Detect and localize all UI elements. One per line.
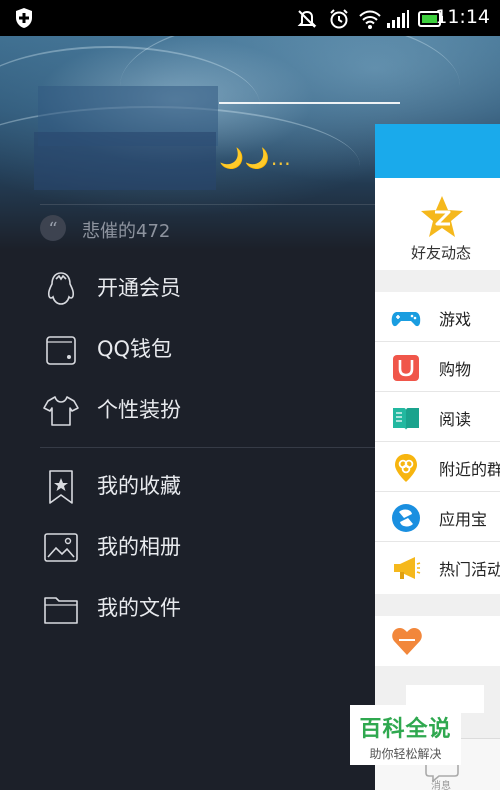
menu-divider bbox=[40, 447, 375, 448]
main-header-bar bbox=[375, 124, 500, 178]
menu-item-label: 开通会员 bbox=[97, 276, 181, 300]
list-item-reading[interactable]: 阅读 bbox=[375, 392, 500, 442]
list-item-label: 购物 bbox=[439, 360, 472, 379]
list-item-nearby-group[interactable]: 附近的群 bbox=[375, 442, 500, 492]
tshirt-icon bbox=[43, 396, 79, 426]
friend-feed-card[interactable]: 好友动态 bbox=[375, 178, 500, 270]
list-item-label: 附近的群 bbox=[439, 460, 500, 479]
menu-item-label: 个性装扮 bbox=[97, 398, 181, 422]
list-item-label: 应用宝 bbox=[439, 510, 488, 529]
list-item-hot-events[interactable]: 热门活动 bbox=[375, 542, 500, 592]
menu-item-album[interactable]: 我的相册 bbox=[0, 517, 375, 577]
list-item-label: 阅读 bbox=[439, 410, 472, 429]
menu-item-label: 我的文件 bbox=[97, 596, 181, 620]
status-bar: 11:14 bbox=[0, 0, 500, 36]
list-item-appstore[interactable]: 应用宝 bbox=[375, 492, 500, 542]
watermark-subtitle: 助你轻松解决 bbox=[369, 747, 442, 761]
menu-item-files[interactable]: 我的文件 bbox=[0, 578, 375, 638]
gamepad-icon bbox=[391, 312, 421, 327]
menu-item-label: 我的收藏 bbox=[97, 474, 181, 498]
menu-item-wallet[interactable]: QQ钱包 bbox=[0, 319, 375, 379]
signal-icon bbox=[387, 10, 409, 28]
alarm-icon bbox=[330, 9, 348, 29]
signature-row[interactable]: “ 悲催的472 bbox=[40, 204, 375, 250]
heart-feature-card[interactable] bbox=[375, 616, 500, 666]
status-time: 11:14 bbox=[435, 6, 490, 28]
menu-item-label: 我的相册 bbox=[97, 535, 181, 559]
watermark-title: 百科全说 bbox=[359, 717, 452, 742]
quote-icon: “ bbox=[40, 215, 66, 241]
heart-icon bbox=[392, 628, 422, 655]
bookmark-star-icon bbox=[49, 470, 73, 504]
menu-item-vip[interactable]: 开通会员 bbox=[0, 258, 375, 318]
main-screen-peek[interactable]: 好友动态 游戏 购物 阅读 附近的群 应用宝 热门活动 消息 bbox=[375, 124, 500, 790]
wifi-icon bbox=[359, 10, 381, 29]
signature-text: 悲催的472 bbox=[82, 221, 171, 242]
shield-plus-icon bbox=[16, 8, 32, 28]
qzone-star-icon bbox=[421, 196, 463, 237]
magnet-shop-icon bbox=[393, 355, 419, 381]
list-item-label: 热门活动 bbox=[439, 560, 500, 579]
penguin-icon bbox=[47, 272, 75, 305]
feature-list: 游戏 购物 阅读 附近的群 应用宝 热门活动 bbox=[375, 292, 500, 594]
list-item-label: 游戏 bbox=[439, 310, 472, 329]
bottom-tab-label: 消息 bbox=[431, 781, 451, 790]
watermark-logo: 百科全说 助你轻松解决 bbox=[350, 705, 461, 765]
drawer-menu: 开通会员 QQ钱包 个性装扮 我的收藏 我的相册 我的文件 bbox=[0, 250, 375, 790]
nearby-group-icon bbox=[395, 454, 417, 482]
menu-item-theme[interactable]: 个性装扮 bbox=[0, 380, 375, 440]
list-item-shopping[interactable]: 购物 bbox=[375, 342, 500, 392]
nickname-decoration[interactable]: 🌙🌙… bbox=[219, 146, 292, 170]
friend-feed-label: 好友动态 bbox=[411, 244, 472, 262]
menu-item-favorites[interactable]: 我的收藏 bbox=[0, 456, 375, 516]
mute-icon bbox=[297, 10, 317, 28]
photo-icon bbox=[44, 533, 78, 562]
wallet-icon bbox=[46, 336, 76, 365]
avatar-blurred-lower bbox=[34, 132, 216, 190]
appstore-icon bbox=[392, 504, 420, 532]
list-item-game[interactable]: 游戏 bbox=[375, 292, 500, 342]
menu-item-label: QQ钱包 bbox=[97, 337, 173, 361]
nickname-underline bbox=[219, 102, 400, 104]
megaphone-icon bbox=[394, 557, 421, 579]
folder-icon bbox=[44, 597, 78, 624]
book-icon bbox=[393, 408, 419, 430]
